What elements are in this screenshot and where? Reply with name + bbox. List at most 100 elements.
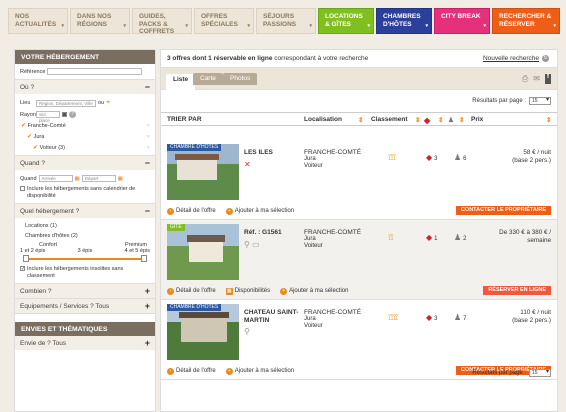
section-quel-header[interactable]: Quel hébergement ? − [15, 204, 155, 218]
classement-slider[interactable] [23, 255, 147, 263]
lieu-input[interactable]: Région, Département, Ville [36, 99, 96, 107]
remove-icon[interactable]: × [147, 145, 150, 151]
per-page-label: Résultats par page : [472, 98, 526, 104]
slider-handle[interactable] [23, 255, 29, 262]
listing-photo[interactable]: Chambre d'hôtes [167, 304, 239, 360]
availability-link[interactable]: ▦ Disponibilités [225, 288, 270, 295]
calendar-icon[interactable]: ▦ [75, 176, 80, 182]
refresh-icon[interactable]: ↻ [542, 55, 549, 62]
section-quand-header[interactable]: Quand ? − [15, 156, 155, 170]
listing-name[interactable]: CHATEAU SAINT-MARTIN [244, 309, 299, 324]
plus-icon: + [225, 208, 233, 215]
book-online-button[interactable]: Réserver en ligne [483, 286, 551, 295]
calendar-icon: ▦ [225, 288, 233, 295]
calendar-icon[interactable]: ▦ [118, 176, 123, 182]
sort-icon[interactable]: ⇕ [415, 116, 420, 124]
section-quel: Quel hébergement ? − Locations (1) Chambr… [15, 204, 155, 284]
per-page-select[interactable]: 15 [529, 369, 551, 377]
nav-regions[interactable]: Dans nos régions ▾ [70, 8, 130, 34]
section-equipements-header[interactable]: Equipements / Services ? Tous + [15, 299, 155, 313]
detail-link[interactable]: › Détail de l'offre [167, 208, 216, 215]
expand-icon[interactable]: + [145, 338, 150, 348]
sort-icon[interactable]: ⇕ [438, 116, 443, 124]
mail-icon[interactable]: ✉ [533, 74, 540, 84]
filter-chambres[interactable]: Chambres d'hôtes (2) [15, 231, 155, 241]
sort-icon[interactable]: ⇕ [358, 116, 363, 124]
section-equipements: Equipements / Services ? Tous + [15, 299, 155, 314]
col-localisation[interactable]: Localisation [304, 116, 342, 123]
listing-photo[interactable]: Chambre d'hôtes [167, 144, 239, 200]
remove-icon[interactable]: × [147, 134, 150, 140]
tab-photos[interactable]: Photos [223, 73, 258, 85]
print-icon[interactable]: ⎙ [522, 74, 528, 84]
listing-name[interactable]: Réf. : G1561 [244, 229, 299, 237]
arrow-right-icon: › [167, 208, 174, 215]
section-envie-header[interactable]: Envie de ? Tous + [15, 336, 155, 350]
nav-offres[interactable]: Offres spéciales ▾ [194, 8, 254, 34]
listing-photo[interactable]: Gîte [167, 224, 239, 280]
category-badge: Chambre d'hôtes [167, 144, 222, 151]
per-page-select[interactable]: 15 [529, 97, 551, 105]
remove-icon[interactable]: × [147, 123, 150, 129]
section-ou-header[interactable]: Où ? − [15, 80, 155, 94]
new-search-link[interactable]: Nouvelle recherche [483, 55, 539, 62]
listing-row: Chambre d'hôtes LES ILES ✕ FRANCHE-COMTÉ… [161, 140, 557, 220]
section-combien-header[interactable]: Combien ? + [15, 284, 155, 298]
col-prix[interactable]: Prix [471, 116, 483, 123]
person-icon: ♟ [454, 233, 462, 242]
tab-carte[interactable]: Carte [193, 73, 223, 85]
tag-franche-comte[interactable]: ✔ Franche-Comté × [15, 120, 155, 131]
sort-icon[interactable]: ⇕ [459, 116, 464, 124]
nav-actualites[interactable]: Nos actualités ▾ [8, 8, 68, 34]
listing-name[interactable]: LES ILES [244, 149, 299, 157]
slider-handle[interactable] [141, 255, 147, 262]
sort-label: TRIER PAR [167, 116, 202, 123]
nav-city-break[interactable]: City break ▾ [434, 8, 490, 34]
section-combien: Combien ? + [15, 284, 155, 299]
rating-ears-icon: ⟟⟟⟟⟟ [388, 312, 398, 322]
collapse-icon[interactable]: − [145, 206, 150, 216]
rating-ears-icon: ⟟⟟ [388, 232, 394, 242]
nav-guides[interactable]: Guides, packs & coffrets ▾ [132, 8, 192, 35]
expand-icon[interactable]: + [145, 301, 150, 311]
add-selection-link[interactable]: + Ajouter à ma sélection [225, 208, 294, 215]
add-selection-link[interactable]: + Ajouter à ma sélection [225, 368, 294, 375]
chevron-down-icon: ▾ [123, 22, 126, 29]
collapse-icon[interactable]: − [145, 158, 150, 168]
nav-rechercher[interactable]: Rechercher & réserver ▾ [492, 8, 560, 34]
plus-icon: + [225, 368, 233, 375]
expand-icon[interactable]: + [145, 286, 150, 296]
collapse-icon[interactable]: − [145, 82, 150, 92]
person-icon: ♟ [454, 153, 462, 162]
search-sidebar: Votre hébergement Référence Où ? − Lieu R… [14, 49, 156, 412]
chevron-down-icon: ▾ [425, 22, 428, 29]
help-icon[interactable]: ? [69, 111, 76, 118]
chevron-down-icon: ▾ [483, 22, 486, 29]
filter-locations[interactable]: Locations (1) [15, 221, 155, 231]
sort-icon[interactable]: ⇕ [546, 116, 551, 124]
nav-chambres[interactable]: Chambres d'hôtes ▾ [376, 8, 432, 34]
insolite-checkbox[interactable]: ✓ [20, 266, 25, 272]
section-ou: Où ? − Lieu Région, Département, Ville ou… [15, 80, 155, 156]
dropdown-icon[interactable] [62, 112, 67, 117]
tag-jura[interactable]: ✔ Jura × [15, 131, 155, 142]
detail-link[interactable]: › Détail de l'offre [167, 368, 216, 375]
add-selection-link[interactable]: + Ajouter à ma sélection [280, 288, 348, 295]
tag-voiteur[interactable]: ✔ Voiteur (3) × [15, 142, 155, 155]
tab-liste[interactable]: Liste [166, 74, 196, 90]
contact-owner-button[interactable]: Contacter le propriétaire [455, 206, 551, 215]
col-classement[interactable]: Classement [371, 116, 408, 123]
reference-label: Référence [20, 68, 46, 75]
depart-input[interactable]: Départ [81, 175, 116, 182]
rayon-select[interactable]: Sur place [36, 111, 60, 123]
detail-link[interactable]: › Détail de l'offre [167, 288, 216, 295]
person-icon: ♟ [448, 117, 454, 124]
location-pin-icon[interactable]: ⌖ [106, 99, 110, 107]
reference-input[interactable] [47, 68, 143, 75]
nav-locations[interactable]: Locations & gîtes ▾ [318, 8, 374, 34]
top-navigation: Nos actualités ▾ Dans nos régions ▾ Guides… [8, 8, 560, 35]
arrivee-input[interactable]: Arrivée [38, 175, 73, 182]
facebook-icon[interactable]: f [545, 74, 551, 84]
nav-sejours[interactable]: Séjours passions ▾ [256, 8, 316, 34]
flexible-checkbox[interactable] [20, 186, 25, 191]
